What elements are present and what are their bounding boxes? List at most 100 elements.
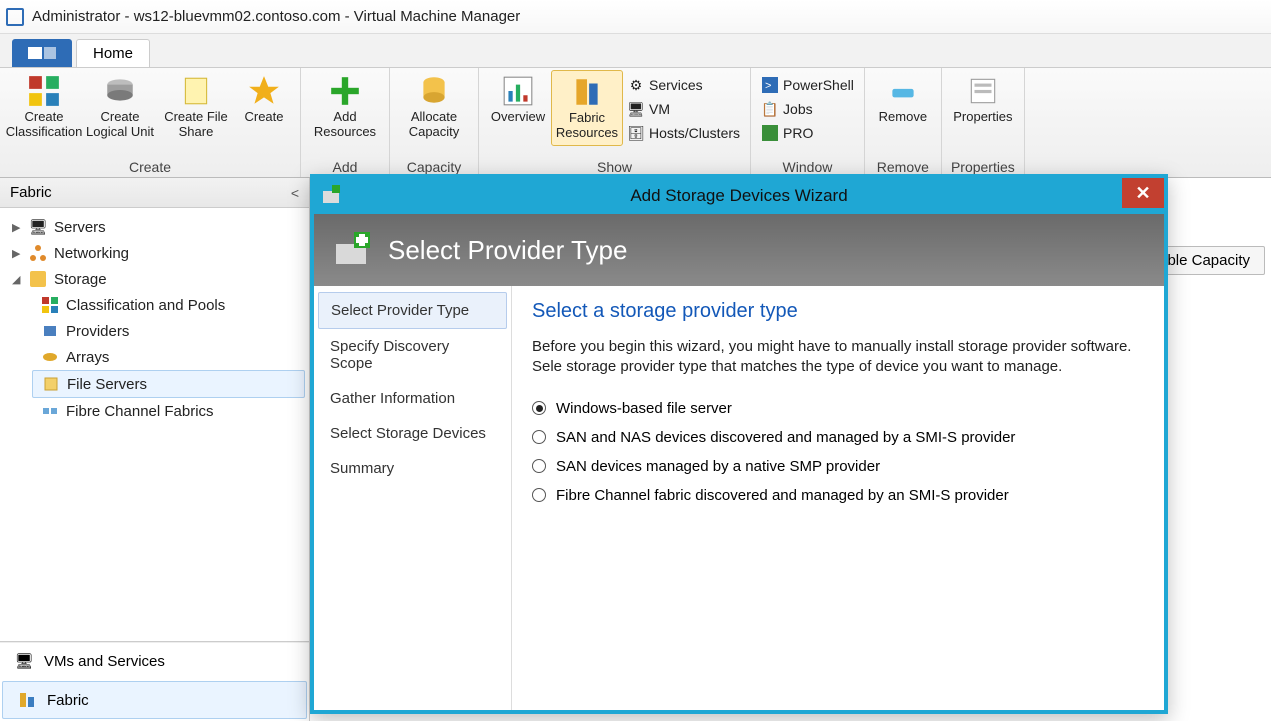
tree-label: Arrays	[66, 349, 109, 366]
properties-icon	[966, 74, 1000, 108]
button-label: Fabric Resources	[554, 111, 620, 141]
tab-home[interactable]: Home	[76, 39, 150, 67]
remove-button[interactable]: Remove	[871, 70, 935, 129]
tree-arrays[interactable]: Arrays	[32, 344, 305, 370]
tree-label: Classification and Pools	[66, 297, 225, 314]
disk-icon	[103, 74, 137, 108]
powershell-item[interactable]: > PowerShell	[757, 74, 858, 96]
item-label: PowerShell	[783, 77, 854, 93]
wizard-step-nav: Select Provider Type Specify Discovery S…	[314, 286, 512, 710]
tree-classification-pools[interactable]: Classification and Pools	[32, 292, 305, 318]
nav-tree: ▶ 🖥 Servers ▶ Networking ◢ Storage Class…	[0, 208, 309, 641]
tree-providers[interactable]: Providers	[32, 318, 305, 344]
button-label: Overview	[491, 110, 545, 125]
services-item[interactable]: ⚙ Services	[623, 74, 744, 96]
collapse-sidebar-button[interactable]: <	[291, 185, 299, 201]
app-icon	[6, 8, 24, 26]
workspace-label: Fabric	[47, 692, 89, 709]
expander-icon[interactable]: ▶	[12, 221, 22, 234]
ribbon-group-properties: Properties Properties	[942, 68, 1025, 177]
array-icon	[40, 347, 60, 367]
fabric-sidebar: Fabric < ▶ 🖥 Servers ▶ Networking ◢ Stor…	[0, 178, 310, 721]
tree-servers[interactable]: ▶ 🖥 Servers	[4, 214, 305, 240]
radio-option-fibre-channel-smis[interactable]: Fibre Channel fabric discovered and mana…	[532, 481, 1144, 510]
expander-icon[interactable]: ◢	[12, 273, 22, 286]
servers-icon: 🖥	[28, 217, 48, 237]
workspace-vms[interactable]: 🖥 VMs and Services	[0, 642, 309, 679]
radio-option-smis-san-nas[interactable]: SAN and NAS devices discovered and manag…	[532, 423, 1144, 452]
sidebar-title: Fabric	[10, 184, 52, 201]
ribbon-menu-button[interactable]	[12, 39, 72, 67]
tree-file-servers[interactable]: File Servers	[32, 370, 305, 398]
button-label: Properties	[953, 110, 1012, 125]
button-label: Create Logical Unit	[84, 110, 156, 140]
radio-label: Fibre Channel fabric discovered and mana…	[556, 487, 1009, 504]
classification-icon	[27, 74, 61, 108]
wizard-icon	[320, 185, 342, 207]
wizard-step-gather-info[interactable]: Gather Information	[318, 381, 507, 416]
overview-button[interactable]: Overview	[485, 70, 551, 129]
radio-option-smp-san[interactable]: SAN devices managed by a native SMP prov…	[532, 452, 1144, 481]
server-icon: 🗄	[627, 124, 645, 142]
content-area: able Capacity Add Storage Devices Wizard…	[310, 178, 1271, 721]
allocate-capacity-button[interactable]: Allocate Capacity	[396, 70, 472, 144]
properties-button[interactable]: Properties	[948, 70, 1018, 129]
button-label: Create File Share	[160, 110, 232, 140]
item-label: PRO	[783, 125, 813, 141]
wizard-step-summary[interactable]: Summary	[318, 451, 507, 486]
plus-icon	[328, 74, 362, 108]
ribbon-group-capacity: Allocate Capacity Capacity	[390, 68, 479, 177]
wizard-banner: Select Provider Type	[314, 214, 1164, 286]
radio-option-windows-file-server[interactable]: Windows-based file server	[532, 394, 1144, 423]
add-storage-devices-wizard: Add Storage Devices Wizard ✕ Select Prov…	[310, 174, 1168, 714]
wizard-banner-title: Select Provider Type	[388, 235, 627, 266]
ribbon-group-create: Create Classification Create Logical Uni…	[0, 68, 301, 177]
create-dropdown-button[interactable]: Create	[234, 70, 294, 129]
create-file-share-button[interactable]: Create File Share	[158, 70, 234, 144]
tree-label: Fibre Channel Fabrics	[66, 403, 214, 420]
gear-icon: ⚙	[627, 76, 645, 94]
hosts-item[interactable]: 🗄 Hosts/Clusters	[623, 122, 744, 144]
vm-item[interactable]: 🖥 VM	[623, 98, 744, 120]
tree-fibre-fabrics[interactable]: Fibre Channel Fabrics	[32, 398, 305, 424]
fabric-resources-button[interactable]: Fabric Resources	[551, 70, 623, 146]
create-logical-unit-button[interactable]: Create Logical Unit	[82, 70, 158, 144]
radio-icon	[532, 401, 546, 415]
expander-icon[interactable]: ▶	[12, 247, 22, 260]
tree-label: Providers	[66, 323, 129, 340]
wizard-title: Add Storage Devices Wizard	[630, 186, 847, 206]
wizard-step-discovery-scope[interactable]: Specify Discovery Scope	[318, 329, 507, 381]
tree-networking[interactable]: ▶ Networking	[4, 240, 305, 266]
chart-icon	[501, 74, 535, 108]
jobs-item[interactable]: 📋 Jobs	[757, 98, 858, 120]
add-resources-button[interactable]: Add Resources	[307, 70, 383, 144]
wizard-titlebar[interactable]: Add Storage Devices Wizard ✕	[314, 178, 1164, 214]
wizard-close-button[interactable]: ✕	[1122, 178, 1164, 208]
wizard-step-provider-type[interactable]: Select Provider Type	[318, 292, 507, 329]
workspace-switcher: 🖥 VMs and Services Fabric	[0, 641, 309, 721]
tree-label: File Servers	[67, 376, 147, 393]
create-classification-button[interactable]: Create Classification	[6, 70, 82, 144]
monitor-icon: 🖥	[627, 100, 645, 118]
eraser-icon	[886, 74, 920, 108]
button-label: Create	[244, 110, 283, 125]
pro-item[interactable]: PRO	[757, 122, 858, 144]
fabric-icon	[17, 690, 37, 710]
ribbon-group-add: Add Resources Add	[301, 68, 390, 177]
ribbon-group-window: > PowerShell 📋 Jobs PRO Window	[751, 68, 865, 177]
pro-icon	[761, 124, 779, 142]
star-icon	[247, 74, 281, 108]
tree-label: Servers	[54, 219, 106, 236]
radio-icon	[532, 459, 546, 473]
workspace-fabric[interactable]: Fabric	[2, 681, 307, 719]
button-label: Allocate Capacity	[398, 110, 470, 140]
svg-text:>: >	[765, 80, 771, 92]
tree-label: Networking	[54, 245, 129, 262]
button-label: Create Classification	[6, 110, 83, 140]
tree-storage[interactable]: ◢ Storage	[4, 266, 305, 292]
radio-icon	[532, 488, 546, 502]
wizard-page: Select a storage provider type Before yo…	[512, 286, 1164, 710]
wizard-step-select-devices[interactable]: Select Storage Devices	[318, 416, 507, 451]
vms-icon: 🖥	[14, 651, 34, 671]
window-list: > PowerShell 📋 Jobs PRO	[757, 70, 858, 144]
